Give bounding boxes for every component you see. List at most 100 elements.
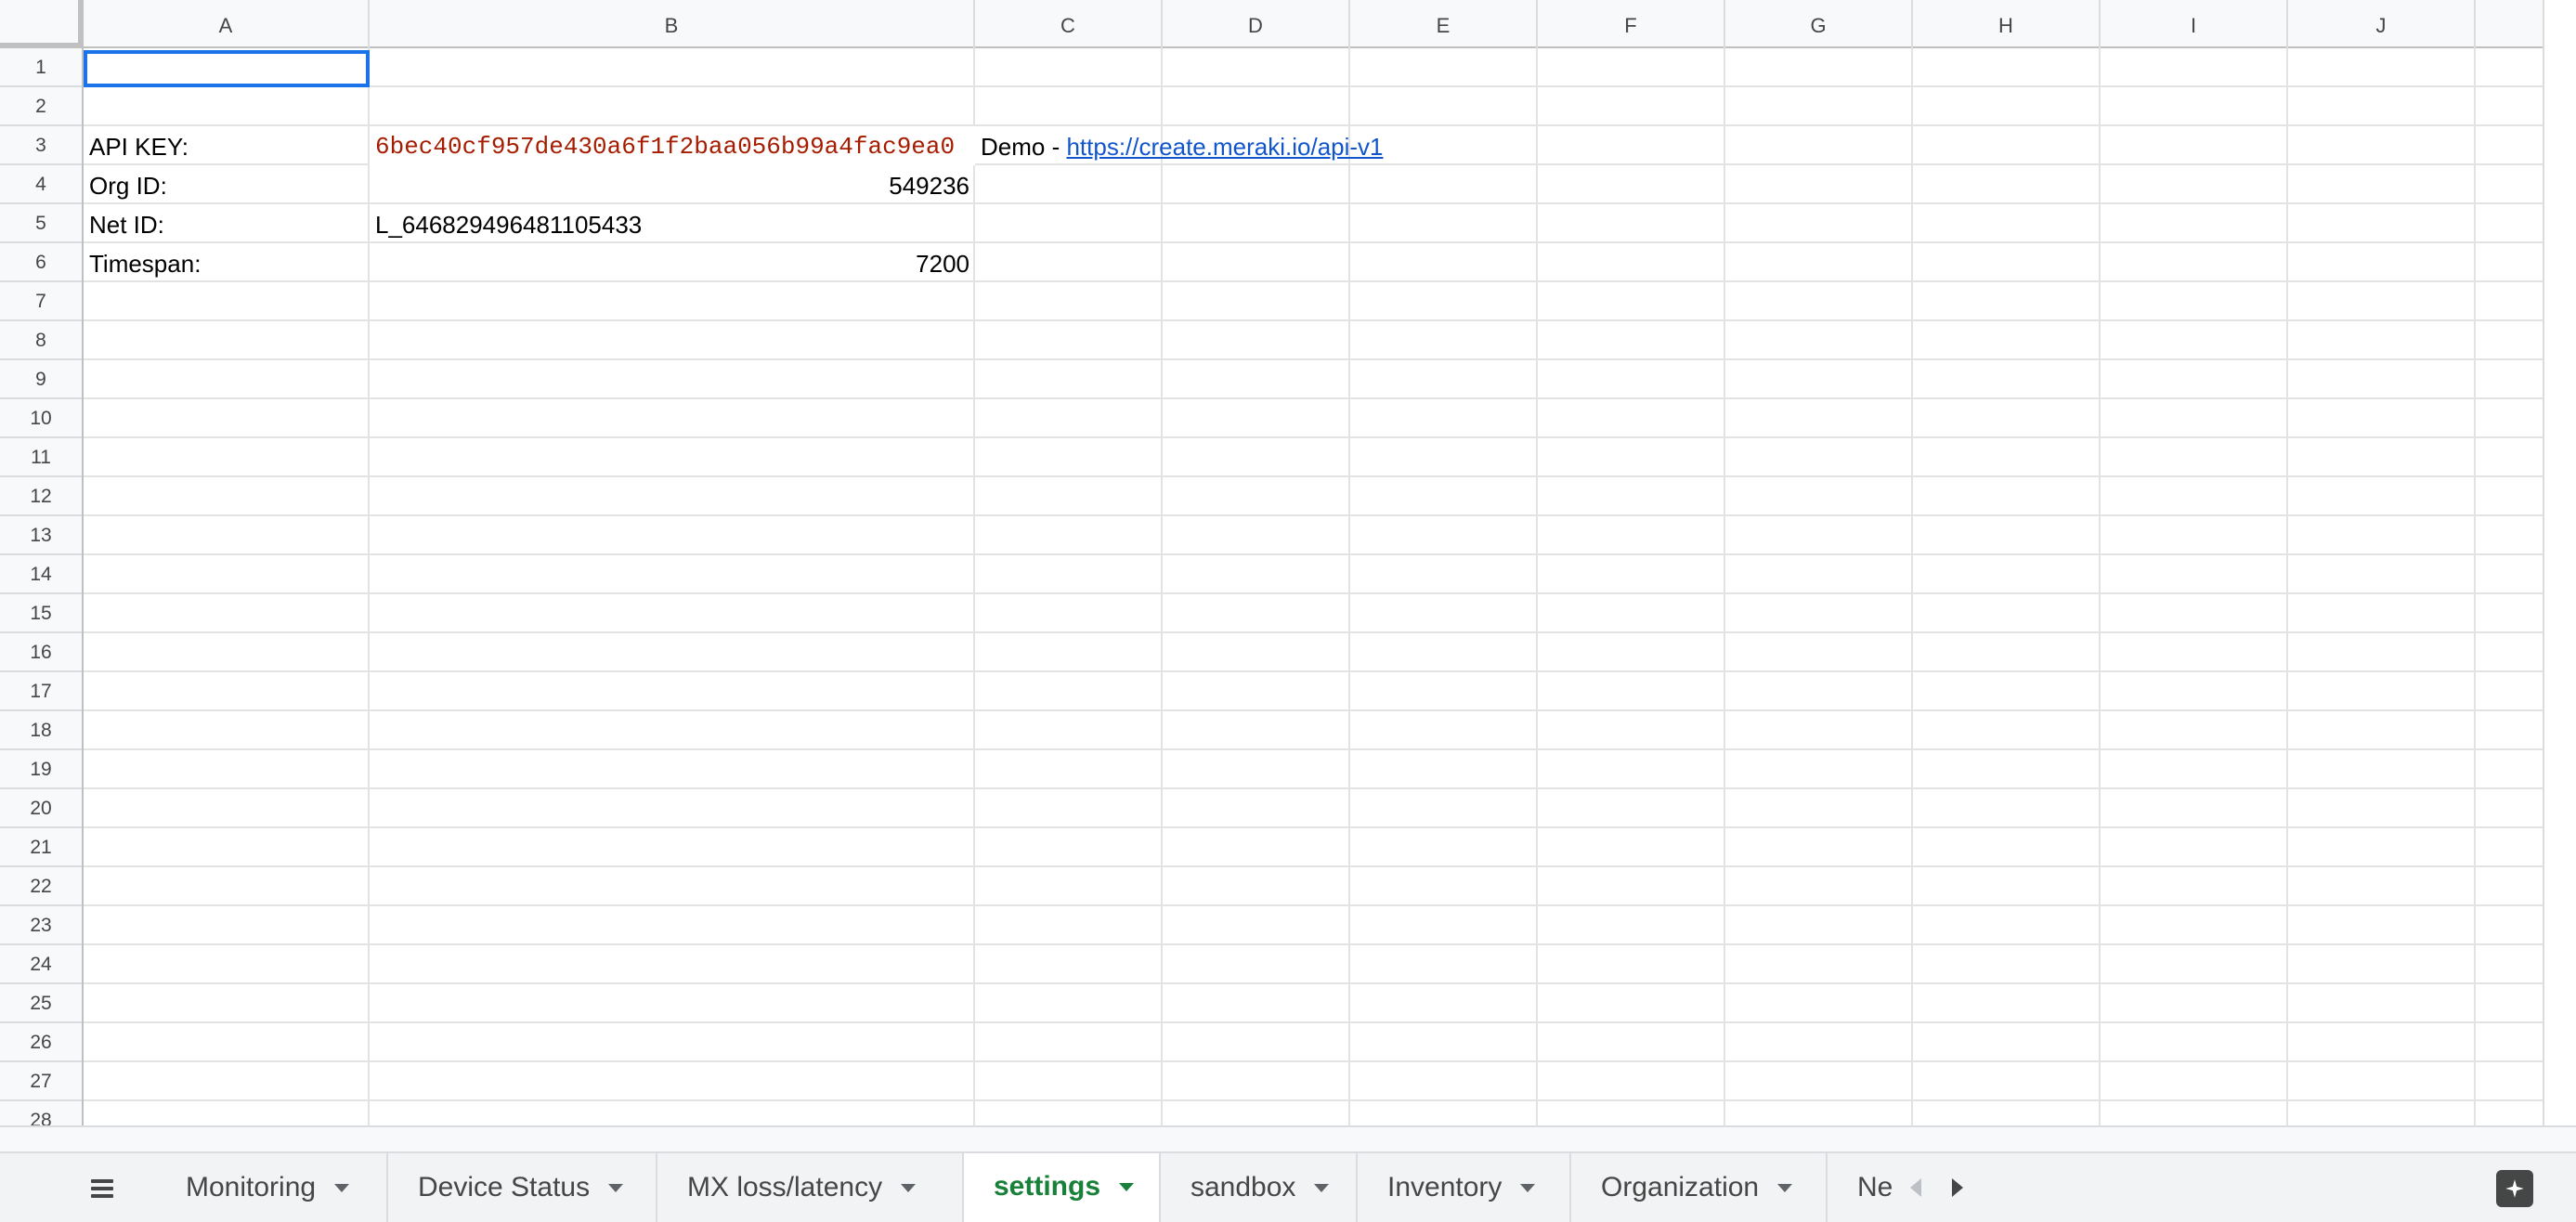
grid-line	[84, 670, 2543, 672]
column-header-f[interactable]: F	[1538, 0, 1725, 48]
all-sheets-button[interactable]	[56, 1163, 149, 1215]
row-header[interactable]: 21	[0, 828, 82, 867]
caret-down-icon[interactable]	[901, 1183, 917, 1192]
grid-line	[1348, 48, 1350, 1125]
grid-line	[1911, 48, 1913, 1125]
cell-a6[interactable]: Timespan:	[84, 243, 370, 282]
tab-mx-loss-latency[interactable]: MX loss/latency	[657, 1153, 964, 1222]
column-header-bar: A B C D E F G H I J	[0, 0, 2543, 48]
tab-scroll-controls	[1894, 1153, 1978, 1222]
row-header[interactable]: 20	[0, 789, 82, 828]
grid-line	[84, 787, 2543, 789]
cell-c3[interactable]: Demo - https://create.meraki.io/api-v1	[975, 126, 1439, 165]
meraki-api-link[interactable]: https://create.meraki.io/api-v1	[1066, 133, 1383, 161]
caret-down-icon[interactable]	[1314, 1183, 1330, 1192]
column-header-e[interactable]: E	[1350, 0, 1538, 48]
cell-a4[interactable]: Org ID:	[84, 165, 370, 204]
row-header[interactable]: 25	[0, 984, 82, 1023]
tab-label: Net	[1857, 1172, 1893, 1202]
row-header[interactable]: 22	[0, 867, 82, 906]
row-header[interactable]: 26	[0, 1023, 82, 1062]
tab-label: Inventory	[1387, 1172, 1503, 1202]
cell-b4-org-id[interactable]: 549236	[370, 165, 975, 204]
horizontal-scrollbar[interactable]	[84, 1125, 2576, 1151]
row-header[interactable]: 24	[0, 945, 82, 984]
row-header[interactable]: 6	[0, 243, 82, 282]
column-header-d[interactable]: D	[1163, 0, 1350, 48]
caret-down-icon[interactable]	[1119, 1182, 1135, 1191]
sheet-grid[interactable]: A B C D E F G H I J 1 2 3 4 5 6 7 8 9 10…	[0, 0, 2543, 1125]
row-header[interactable]: 3	[0, 126, 82, 165]
tab-inventory[interactable]: Inventory	[1358, 1153, 1571, 1222]
row-header[interactable]: 23	[0, 906, 82, 945]
row-header[interactable]: 9	[0, 360, 82, 399]
caret-down-icon[interactable]	[1520, 1183, 1536, 1192]
grid-line	[84, 475, 2543, 477]
vertical-scrollbar[interactable]	[2543, 0, 2576, 1125]
explore-button[interactable]	[2496, 1170, 2533, 1207]
tab-net[interactable]: Net	[1828, 1153, 1893, 1222]
row-header[interactable]: 28	[0, 1101, 82, 1125]
grid-line	[84, 397, 2543, 399]
row-header[interactable]: 5	[0, 204, 82, 243]
row-header[interactable]: 11	[0, 438, 82, 477]
row-header[interactable]: 2	[0, 87, 82, 126]
grid-line	[84, 631, 2543, 633]
row-header[interactable]: 7	[0, 282, 82, 321]
column-header-j[interactable]: J	[2288, 0, 2476, 48]
grid-line	[84, 436, 2543, 438]
select-all-corner[interactable]	[0, 0, 84, 48]
row-header-bar: 1 2 3 4 5 6 7 8 9 10 11 12 13 14 15 16 1…	[0, 48, 84, 1125]
row-header[interactable]: 12	[0, 477, 82, 516]
caret-down-icon[interactable]	[1777, 1183, 1793, 1192]
spreadsheet-app: A B C D E F G H I J 1 2 3 4 5 6 7 8 9 10…	[0, 0, 2576, 1222]
cell-a5[interactable]: Net ID:	[84, 204, 370, 243]
row-header[interactable]: 15	[0, 594, 82, 633]
row-header[interactable]: 17	[0, 672, 82, 711]
column-header-c[interactable]: C	[975, 0, 1163, 48]
row-header[interactable]: 16	[0, 633, 82, 672]
column-header-g[interactable]: G	[1725, 0, 1913, 48]
grid-line	[84, 553, 2543, 555]
grid-line	[84, 982, 2543, 984]
column-header-i[interactable]: I	[2101, 0, 2288, 48]
active-cell-a1[interactable]	[84, 50, 370, 87]
cell-b3-api-key[interactable]: 6bec40cf957de430a6f1f2baa056b99a4fac9ea0	[370, 126, 975, 165]
tab-settings[interactable]: settings	[964, 1153, 1161, 1222]
grid-line	[84, 85, 2543, 87]
sheet-tab-bar: Monitoring Device Status MX loss/latency…	[0, 1151, 2576, 1222]
cell-b6-timespan[interactable]: 7200	[370, 243, 975, 282]
row-header[interactable]: 4	[0, 165, 82, 204]
grid-line	[2099, 48, 2101, 1125]
column-header-h[interactable]: H	[1913, 0, 2101, 48]
tab-organization[interactable]: Organization	[1571, 1153, 1828, 1222]
cell-area[interactable]: API KEY: 6bec40cf957de430a6f1f2baa056b99…	[84, 48, 2543, 1125]
cell-a3[interactable]: API KEY:	[84, 126, 370, 165]
row-header[interactable]: 27	[0, 1062, 82, 1101]
tab-monitoring[interactable]: Monitoring	[156, 1153, 388, 1222]
caret-down-icon[interactable]	[608, 1183, 624, 1192]
row-header[interactable]: 10	[0, 399, 82, 438]
menu-lines-icon	[91, 1179, 113, 1198]
column-header-b[interactable]: B	[370, 0, 975, 48]
scroll-tabs-left-icon[interactable]	[1909, 1178, 1921, 1197]
scroll-tabs-right-icon[interactable]	[1951, 1178, 1963, 1197]
grid-line	[1724, 48, 1725, 1125]
caret-down-icon[interactable]	[334, 1183, 350, 1192]
grid-line	[1536, 48, 1538, 1125]
row-header[interactable]: 14	[0, 555, 82, 594]
row-header[interactable]: 13	[0, 516, 82, 555]
tab-device-status[interactable]: Device Status	[388, 1153, 657, 1222]
row-header[interactable]: 19	[0, 750, 82, 789]
cell-b5-net-id[interactable]: L_646829496481105433	[370, 204, 975, 243]
grid-line	[84, 358, 2543, 360]
grid-line	[84, 1021, 2543, 1023]
row-header[interactable]: 1	[0, 48, 82, 87]
tab-sandbox[interactable]: sandbox	[1161, 1153, 1358, 1222]
row-header[interactable]: 8	[0, 321, 82, 360]
grid-line	[2474, 48, 2476, 1125]
scrollbar-corner	[0, 1125, 84, 1151]
column-header-a[interactable]: A	[84, 0, 370, 48]
tab-label: settings	[994, 1171, 1101, 1202]
row-header[interactable]: 18	[0, 711, 82, 750]
